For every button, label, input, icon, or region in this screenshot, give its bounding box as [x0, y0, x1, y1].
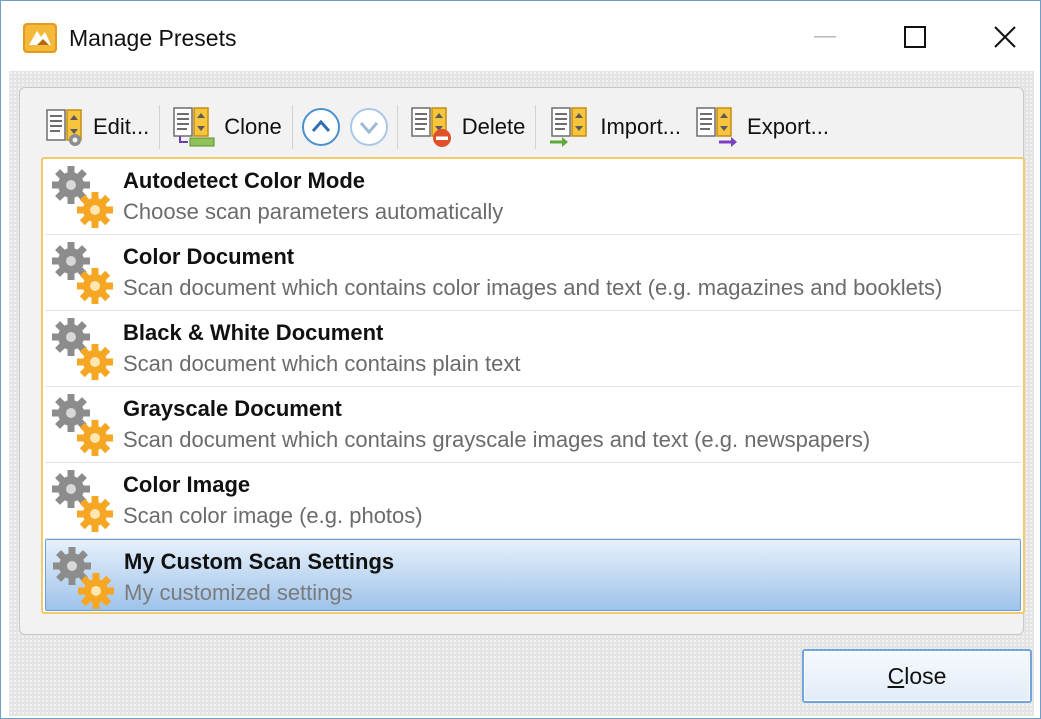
close-label-rest: lose	[904, 662, 947, 689]
delete-preset-icon	[410, 107, 451, 147]
preset-row[interactable]: Color Document Scan document which conta…	[45, 235, 1021, 311]
export-preset-icon	[696, 107, 738, 147]
preset-name: Grayscale Document	[123, 396, 342, 421]
move-up-button[interactable]	[301, 107, 341, 147]
preset-row[interactable]: Autodetect Color Mode Choose scan parame…	[45, 159, 1021, 235]
import-label: Import...	[600, 114, 682, 139]
preset-gears-icon	[52, 242, 113, 304]
preset-description: My customized settings	[124, 580, 353, 605]
close-mnemonic: C	[887, 662, 905, 689]
preset-name: My Custom Scan Settings	[124, 549, 395, 574]
export-button[interactable]: Export...	[687, 103, 835, 151]
presets-toolbar: Edit... Clone Delete Import... Export...	[37, 99, 1017, 155]
pdf-xchange-app-icon	[23, 23, 57, 53]
preset-name: Color Image	[123, 472, 251, 497]
preset-row[interactable]: Color Image Scan color image (e.g. photo…	[45, 463, 1021, 539]
preset-description: Scan document which contains color image…	[123, 275, 943, 300]
preset-gears-icon	[52, 470, 113, 532]
toolbar-divider	[535, 105, 537, 149]
toolbar-divider	[291, 105, 293, 149]
preset-row-selected[interactable]: My Custom Scan Settings My customized se…	[45, 539, 1021, 611]
preset-gears-icon	[52, 318, 113, 380]
move-down-button[interactable]	[349, 107, 389, 147]
close-icon	[994, 26, 1016, 48]
preset-description: Scan document which contains plain text	[123, 351, 521, 376]
close-button[interactable]: Close	[802, 649, 1032, 703]
preset-gears-icon	[52, 394, 113, 456]
presets-list[interactable]: Autodetect Color Mode Choose scan parame…	[41, 157, 1025, 614]
maximize-button[interactable]	[887, 15, 943, 59]
close-window-button[interactable]	[977, 15, 1033, 59]
window-title: Manage Presets	[69, 25, 237, 51]
minimize-icon	[814, 36, 836, 38]
preset-description: Scan document which contains grayscale i…	[123, 427, 871, 452]
edit-label: Edit...	[93, 114, 150, 139]
preset-gears-icon	[52, 166, 113, 228]
toolbar-divider	[159, 105, 161, 149]
preset-row[interactable]: Black & White Document Scan document whi…	[45, 311, 1021, 387]
preset-row[interactable]: Grayscale Document Scan document which c…	[45, 387, 1021, 463]
preset-name: Black & White Document	[123, 320, 384, 345]
maximize-icon	[904, 26, 926, 48]
dialog-client-area: Edit... Clone Delete Import... Export...…	[9, 71, 1034, 716]
preset-name: Autodetect Color Mode	[123, 168, 365, 193]
minimize-button[interactable]	[797, 15, 853, 59]
clone-preset-icon	[173, 107, 215, 147]
delete-label: Delete	[461, 114, 526, 139]
delete-button[interactable]: Delete	[402, 103, 532, 151]
export-label: Export...	[747, 114, 829, 139]
clone-button[interactable]: Clone	[164, 103, 287, 151]
edit-preset-icon	[46, 109, 82, 146]
title-bar[interactable]: Manage Presets	[1, 1, 1040, 73]
manage-presets-window: Manage Presets Edit... Clone Delete Impo…	[0, 0, 1041, 719]
preset-gears-icon	[53, 547, 114, 609]
preset-name: Color Document	[123, 244, 295, 269]
preset-description: Scan color image (e.g. photos)	[123, 503, 423, 528]
import-preset-icon	[550, 107, 588, 147]
import-button[interactable]: Import...	[540, 103, 687, 151]
clone-label: Clone	[224, 114, 282, 139]
edit-button[interactable]: Edit...	[37, 103, 155, 151]
preset-description: Choose scan parameters automatically	[123, 199, 504, 224]
toolbar-divider	[396, 105, 398, 149]
